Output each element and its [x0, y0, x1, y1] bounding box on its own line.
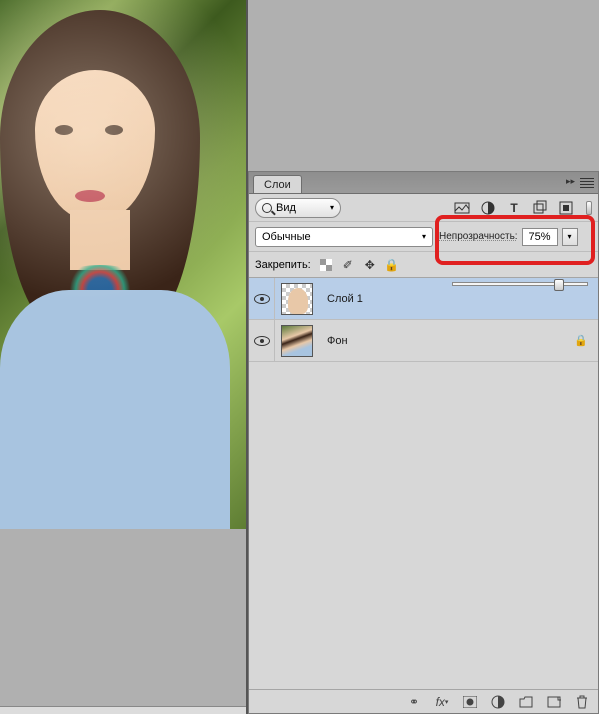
filter-smartobject-icon[interactable] — [558, 200, 574, 216]
opacity-slider[interactable] — [452, 276, 588, 292]
filter-kind-dropdown[interactable]: Вид ▾ — [255, 198, 341, 218]
layer-filter-row: Вид ▾ T — [249, 194, 598, 222]
layer-thumbnail[interactable] — [281, 325, 313, 357]
layers-list: Слой 1 Фон 🔒 — [249, 278, 598, 689]
blend-mode-value: Обычные — [262, 231, 311, 243]
layer-visibility-toggle[interactable] — [249, 278, 275, 319]
eye-icon — [254, 294, 270, 304]
lock-position-icon[interactable]: ✥ — [363, 258, 377, 272]
panel-tab-bar: Слои ▸▸ — [249, 172, 598, 194]
filter-type-icon[interactable]: T — [506, 200, 522, 216]
lock-all-icon[interactable]: 🔒 — [385, 258, 399, 272]
new-layer-icon[interactable] — [546, 694, 562, 710]
opacity-slider-thumb[interactable] — [554, 279, 564, 291]
opacity-flyout-button[interactable]: ▾ — [562, 228, 578, 246]
opacity-input[interactable]: 75% — [522, 228, 558, 246]
layers-panel-footer: ⚭ fx▾ — [249, 689, 598, 713]
lock-label: Закрепить: — [255, 259, 311, 271]
opacity-label[interactable]: Непрозрачность: — [439, 231, 518, 242]
workspace-background — [0, 529, 246, 714]
document-canvas[interactable] — [0, 0, 246, 529]
blend-mode-dropdown[interactable]: Обычные ▾ — [255, 227, 433, 247]
tab-layers[interactable]: Слои — [253, 175, 302, 193]
canvas-horizontal-scrollbar[interactable] — [0, 706, 246, 714]
layer-group-icon[interactable] — [518, 694, 534, 710]
layer-name-label[interactable]: Фон — [327, 335, 574, 347]
filter-adjustment-icon[interactable] — [480, 200, 496, 216]
layer-visibility-toggle[interactable] — [249, 320, 275, 361]
filter-pixel-icon[interactable] — [454, 200, 470, 216]
panel-menu-icon[interactable] — [580, 176, 594, 190]
lock-pixels-icon[interactable]: ✐ — [341, 258, 355, 272]
panel-collapse-icon[interactable]: ▸▸ — [566, 176, 576, 190]
filter-shape-icon[interactable] — [532, 200, 548, 216]
opacity-control: Непрозрачность: 75% ▾ — [439, 228, 592, 246]
filter-toggle-switch[interactable] — [586, 201, 592, 215]
link-layers-icon[interactable]: ⚭ — [406, 694, 422, 710]
adjustment-layer-icon[interactable] — [490, 694, 506, 710]
eye-icon — [254, 336, 270, 346]
layer-name-label[interactable]: Слой 1 — [327, 293, 574, 305]
chevron-updown-icon: ▾ — [422, 232, 426, 241]
layer-thumbnail[interactable] — [281, 283, 313, 315]
blend-opacity-row: Обычные ▾ Непрозрачность: 75% ▾ — [249, 222, 598, 252]
layers-panel: Слои ▸▸ Вид ▾ T Обычные ▾ Непрозрачность… — [248, 171, 599, 714]
layer-lock-indicator: 🔒 — [574, 334, 598, 347]
layer-row[interactable]: Фон 🔒 — [249, 320, 598, 362]
layer-mask-icon[interactable] — [462, 694, 478, 710]
image-content — [0, 10, 220, 510]
lock-transparency-icon[interactable] — [319, 258, 333, 272]
workspace-background — [248, 0, 599, 171]
search-icon — [262, 203, 272, 213]
lock-row: Закрепить: ✐ ✥ 🔒 — [249, 252, 598, 278]
delete-layer-icon[interactable] — [574, 694, 590, 710]
chevron-updown-icon: ▾ — [330, 203, 334, 212]
layer-effects-icon[interactable]: fx▾ — [434, 694, 450, 710]
filter-kind-label: Вид — [276, 202, 296, 214]
